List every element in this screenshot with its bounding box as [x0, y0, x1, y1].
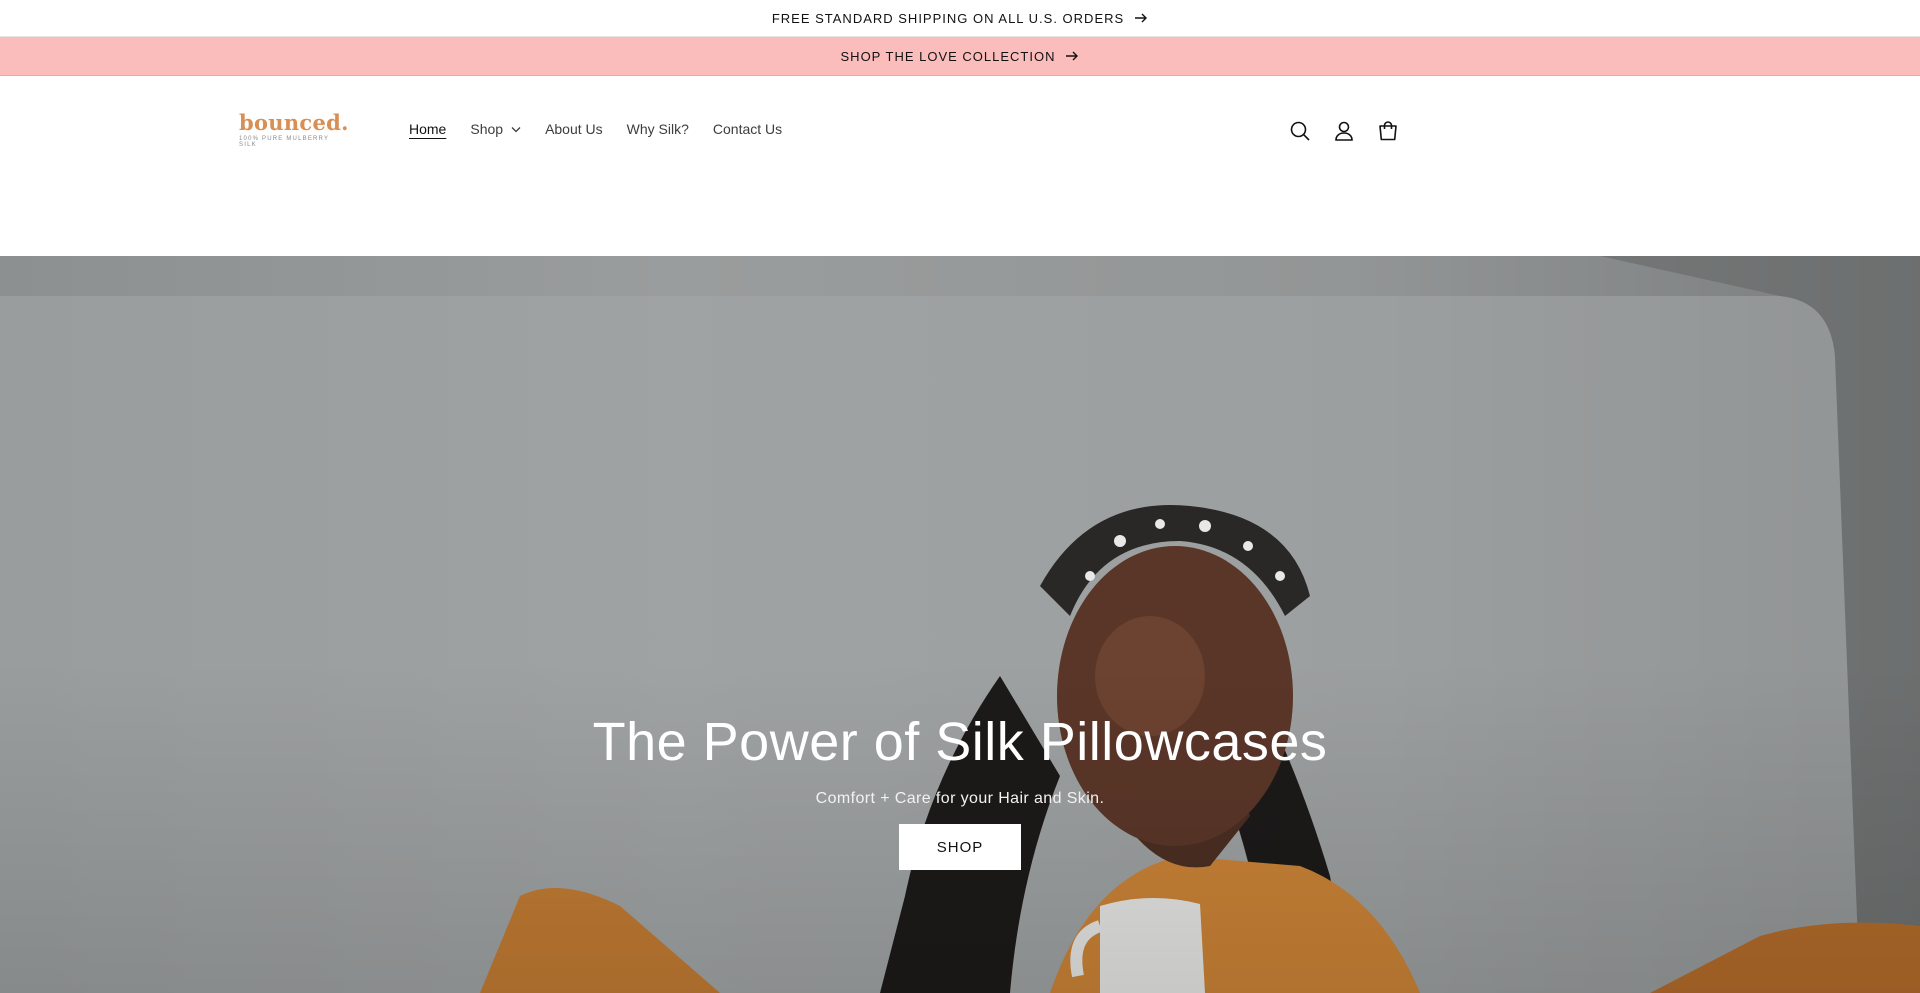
shipping-announcement-text: FREE STANDARD SHIPPING ON ALL U.S. ORDER…	[771, 10, 1125, 26]
collection-announcement-bar[interactable]: SHOP THE LOVE COLLECTION	[0, 37, 1920, 76]
chevron-down-icon	[511, 126, 521, 132]
hero-overlay	[0, 256, 1920, 993]
nav-shop[interactable]: Shop	[470, 121, 521, 137]
header-icons	[1287, 118, 1401, 144]
nav-about-us-label: About Us	[545, 121, 603, 137]
nav-contact-us-label: Contact Us	[712, 121, 783, 137]
arrow-right-icon	[1135, 13, 1148, 23]
account-icon	[1335, 121, 1353, 141]
logo-tagline: 100% PURE MULBERRY SILK	[239, 136, 330, 148]
nav-about-us[interactable]: About Us	[545, 121, 603, 137]
nav-shop-label: Shop	[470, 121, 504, 137]
nav-home-label: Home	[409, 121, 447, 137]
search-button[interactable]	[1287, 118, 1313, 144]
cart-button[interactable]	[1375, 118, 1401, 144]
site-header: bounced. 100% PURE MULBERRY SILK Home Sh…	[0, 76, 1920, 256]
shop-button[interactable]: SHOP	[899, 824, 1021, 871]
arrow-right-icon	[1066, 51, 1079, 61]
hero-title: The Power of Silk Pillowcases	[592, 712, 1328, 772]
nav-contact-us[interactable]: Contact Us	[713, 121, 782, 137]
collection-announcement-text: SHOP THE LOVE COLLECTION	[840, 48, 1056, 64]
nav-home[interactable]: Home	[409, 121, 446, 137]
brand-logo[interactable]: bounced. 100% PURE MULBERRY SILK	[239, 110, 349, 148]
search-icon	[1290, 121, 1310, 141]
hero-banner: The Power of Silk Pillowcases Comfort + …	[0, 256, 1920, 993]
main-nav: Home Shop About Us Why Silk? Contact Us	[409, 121, 782, 137]
cart-icon	[1379, 121, 1397, 141]
nav-why-silk[interactable]: Why Silk?	[627, 121, 689, 137]
shipping-announcement-bar[interactable]: FREE STANDARD SHIPPING ON ALL U.S. ORDER…	[0, 0, 1920, 37]
account-button[interactable]	[1331, 118, 1357, 144]
hero-subtitle: Comfort + Care for your Hair and Skin.	[815, 790, 1105, 808]
hero-content: The Power of Silk Pillowcases Comfort + …	[0, 712, 1920, 871]
nav-why-silk-label: Why Silk?	[626, 121, 689, 137]
logo-wordmark: bounced.	[239, 110, 349, 135]
